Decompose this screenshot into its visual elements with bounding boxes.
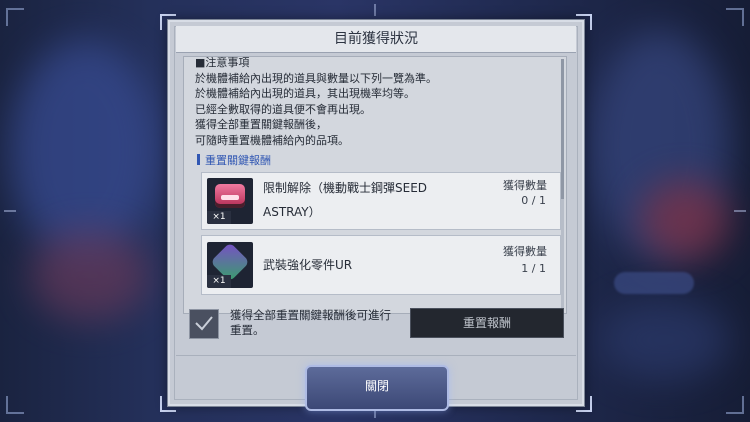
acquisition-status-dialog: 目前獲得狀況 ■注意事項 於機體補給內出現的道具與數量以下列一覽為準。 於機體補… [168, 20, 584, 406]
item-name: 武裝強化零件UR [263, 258, 353, 272]
count-value: 1 / 1 [521, 262, 546, 275]
hud-tick [734, 210, 746, 212]
note-line: 獲得全部重置關鍵報酬後， [195, 118, 327, 131]
item-name: 限制解除（機動戰士鋼彈SEED ASTRAY） [263, 181, 428, 219]
checkmark-icon [195, 316, 213, 331]
item-quantity: ×1 [207, 211, 231, 224]
note-line: 於機體補給內出現的道具，其出現機率均等。 [195, 87, 415, 100]
hud-tick [374, 4, 376, 16]
hud-corner [726, 396, 744, 414]
hud-corner [6, 8, 24, 26]
checkbox-label: 獲得全部重置關鍵報酬後可進行重置。 [230, 308, 391, 337]
notes-text: ■注意事項 於機體補給內出現的道具與數量以下列一覽為準。 於機體補給內出現的道具… [195, 56, 437, 148]
divider [176, 355, 576, 356]
reset-reward-button[interactable]: 重置報酬 [410, 308, 564, 338]
hud-corner [726, 8, 744, 26]
reset-checkbox[interactable] [189, 309, 219, 339]
count-label: 獲得數量 [503, 245, 547, 258]
section-title-text: 重置關鍵報酬 [205, 154, 271, 167]
weapon-part-icon: ×1 [207, 242, 253, 288]
reward-item[interactable]: ×1 限制解除（機動戰士鋼彈SEED ASTRAY） 獲得數量 0 / 1 [201, 172, 561, 230]
note-line: 於機體補給內出現的道具與數量以下列一覽為準。 [195, 71, 437, 85]
dialog-title: 目前獲得狀況 [176, 26, 576, 53]
scroll-content[interactable]: ■注意事項 於機體補給內出現的道具與數量以下列一覽為準。 於機體補給內出現的道具… [183, 56, 567, 314]
note-line: 可隨時重置機體補給內的品項。 [195, 133, 349, 147]
notes-heading: ■注意事項 [195, 56, 250, 69]
hud-tick [4, 210, 16, 212]
hud-corner [6, 396, 24, 414]
limit-break-icon: ×1 [207, 178, 253, 224]
section-bar-icon [197, 154, 200, 165]
item-quantity: ×1 [207, 275, 231, 288]
reward-item[interactable]: ×1 武裝強化零件UR 獲得數量 1 / 1 [201, 235, 561, 295]
scrollbar[interactable] [561, 59, 564, 309]
count-label: 獲得數量 [503, 179, 547, 192]
close-button[interactable]: 關閉 [305, 365, 449, 411]
count-value: 0 / 1 [521, 194, 546, 207]
note-line: 已經全數取得的道具便不會再出現。 [195, 102, 371, 116]
section-title: 重置關鍵報酬 [197, 152, 271, 168]
